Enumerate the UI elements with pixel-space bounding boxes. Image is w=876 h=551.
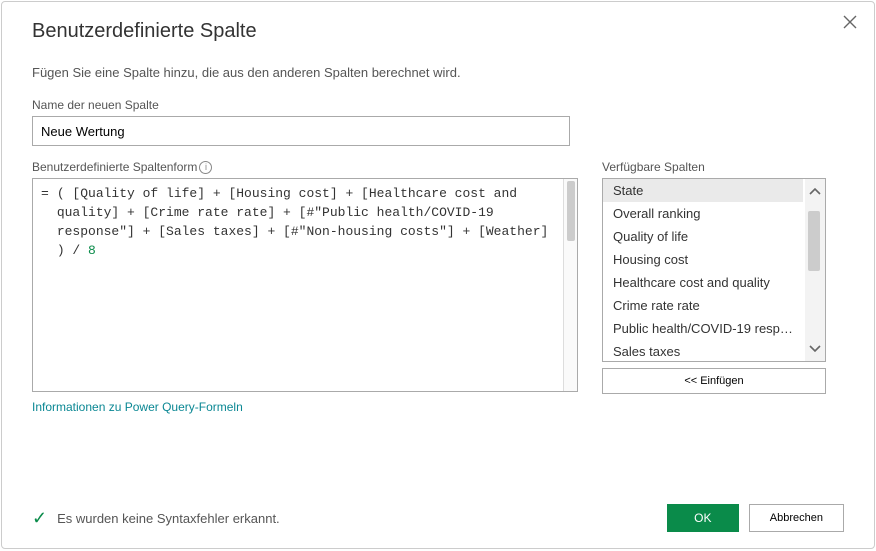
dialog-subtitle: Fügen Sie eine Spalte hinzu, die aus den…	[32, 65, 844, 80]
list-item[interactable]: Housing cost	[603, 248, 803, 271]
status-text: Es wurden keine Syntaxfehler erkannt.	[57, 511, 280, 526]
formula-equals: =	[33, 179, 51, 391]
insert-prefix: <<	[684, 375, 697, 387]
check-icon: ✓	[32, 508, 47, 529]
list-scrollbar[interactable]	[805, 179, 825, 361]
insert-label: Einfügen	[700, 375, 743, 387]
scroll-up-button[interactable]	[805, 179, 825, 205]
list-item[interactable]: Crime rate rate	[603, 294, 803, 317]
scroll-track[interactable]	[805, 205, 825, 335]
new-column-label: Name der neuen Spalte	[32, 98, 844, 112]
chevron-down-icon	[809, 344, 821, 352]
list-item[interactable]: Public health/COVID-19 respo...	[603, 317, 803, 340]
available-columns-list[interactable]: State Overall ranking Quality of life Ho…	[602, 178, 826, 362]
scroll-down-button[interactable]	[805, 335, 825, 361]
list-item[interactable]: Sales taxes	[603, 340, 803, 361]
ok-button[interactable]: OK	[667, 504, 739, 532]
info-icon[interactable]: i	[199, 161, 212, 174]
chevron-up-icon	[809, 188, 821, 196]
powerquery-help-link[interactable]: Informationen zu Power Query-Formeln	[32, 400, 243, 414]
formula-scrollbar[interactable]	[563, 179, 577, 391]
formula-label: Benutzerdefinierte Spaltenform	[32, 160, 197, 174]
dialog-title: Benutzerdefinierte Spalte	[32, 20, 844, 43]
formula-content[interactable]: ( [Quality of life] + [Housing cost] + […	[51, 179, 563, 391]
cancel-button[interactable]: Abbrechen	[749, 504, 844, 532]
list-item[interactable]: Quality of life	[603, 225, 803, 248]
scrollbar-thumb[interactable]	[567, 181, 575, 241]
close-button[interactable]	[840, 12, 860, 32]
list-item[interactable]: Overall ranking	[603, 202, 803, 225]
list-item[interactable]: Healthcare cost and quality	[603, 271, 803, 294]
available-columns-label: Verfügbare Spalten	[602, 160, 826, 174]
new-column-name-input[interactable]	[32, 116, 570, 146]
list-item[interactable]: State	[603, 179, 803, 202]
formula-editor[interactable]: = ( [Quality of life] + [Housing cost] +…	[32, 178, 578, 392]
insert-button[interactable]: << Einfügen	[602, 368, 826, 394]
scrollbar-thumb[interactable]	[808, 211, 820, 271]
custom-column-dialog: Benutzerdefinierte Spalte Fügen Sie eine…	[1, 1, 875, 549]
close-icon	[843, 15, 857, 29]
status-bar: ✓ Es wurden keine Syntaxfehler erkannt.	[32, 508, 280, 529]
